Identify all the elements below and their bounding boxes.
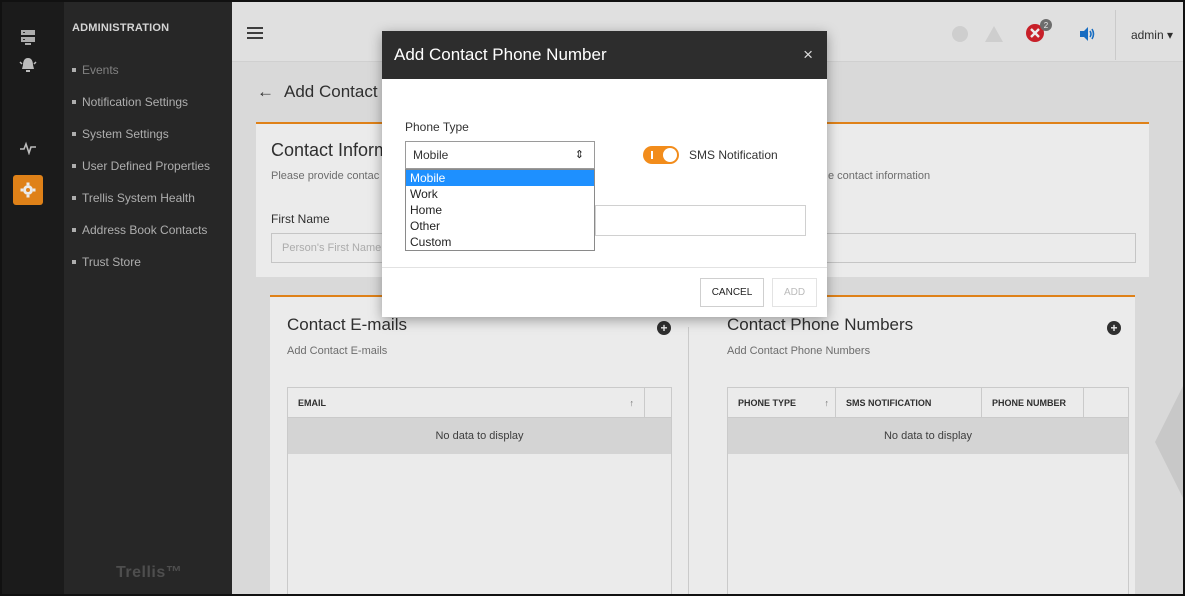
dialog-footer-divider <box>382 267 827 268</box>
phone-number-input[interactable] <box>595 205 806 236</box>
phone-type-dropdown: Mobile Work Home Other Custom <box>405 169 595 251</box>
select-arrows-icon: ⇕ <box>574 149 584 161</box>
phone-type-value: Mobile <box>413 148 449 162</box>
close-icon[interactable]: × <box>803 45 813 65</box>
add-button[interactable]: ADD <box>772 278 817 307</box>
dropdown-option-other[interactable]: Other <box>406 218 594 234</box>
app-window: ADMINISTRATION Events Notification Setti… <box>0 0 1185 596</box>
phone-type-select[interactable]: Mobile ⇕ <box>405 141 595 169</box>
dropdown-option-mobile[interactable]: Mobile <box>406 170 594 186</box>
sms-notification-label: SMS Notification <box>689 148 778 162</box>
dropdown-option-custom[interactable]: Custom <box>406 234 594 250</box>
phone-type-label: Phone Type <box>405 120 469 134</box>
cancel-button[interactable]: CANCEL <box>700 278 764 307</box>
dialog-title: Add Contact Phone Number <box>394 45 607 64</box>
toggle-on-mark <box>651 151 653 159</box>
dropdown-option-home[interactable]: Home <box>406 202 594 218</box>
sms-notification-toggle[interactable] <box>643 146 679 164</box>
dropdown-option-work[interactable]: Work <box>406 186 594 202</box>
toggle-knob <box>663 148 677 162</box>
dialog-header: Add Contact Phone Number × <box>382 31 827 79</box>
